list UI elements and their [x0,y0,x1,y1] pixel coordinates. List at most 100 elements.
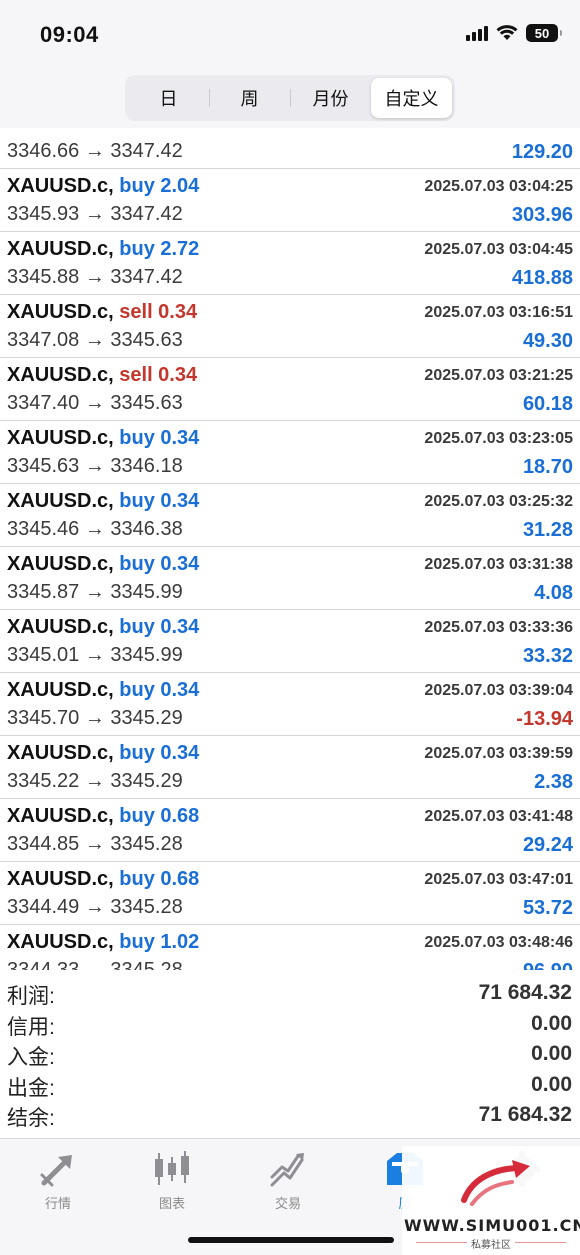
deal-profit: 53.72 [522,897,573,919]
deal-time: 2025.07.03 03:04:25 [424,178,573,195]
tab-custom[interactable]: 自定义 [371,78,452,118]
deal-title: XAUUSD.c, buy 0.34 [7,616,199,639]
deal-row[interactable]: XAUUSD.c, buy 0.34 2025.07.03 03:23:05 334… [0,421,580,484]
deal-profit: 60.18 [522,393,573,415]
signal-icon [466,25,488,41]
tab-chart[interactable]: 图表 [122,1147,222,1217]
summary-value: 0.00 [531,1072,572,1096]
deal-profit: 18.70 [522,456,573,478]
deal-symbol: XAUUSD.c, [7,553,114,575]
deal-symbol: XAUUSD.c, [7,805,114,827]
tab-quotes-label: 行情 [44,1196,71,1211]
summary-label: 出金: [7,1076,55,1100]
deal-row[interactable]: XAUUSD.c, buy 0.34 2025.07.03 03:39:59 334… [0,736,580,799]
period-selector: 日 周 月份 自定义 [125,75,455,121]
deal-row[interactable]: XAUUSD.c, buy 0.34 2025.07.03 03:25:32 334… [0,484,580,547]
tab-trade[interactable]: 交易 [238,1147,338,1217]
summary-row: 出金: 0.00 [0,1070,580,1101]
deal-prices: 3345.93 → 3347.42 [7,203,183,225]
deal-profit: 33.32 [522,645,573,667]
deal-row-partial[interactable]: 3346.66 → 3347.42 129.20 [0,128,580,169]
watermark-site: WWW.SIMU001.CN [404,1216,580,1235]
deal-time: 2025.07.03 03:33:36 [424,619,573,636]
deal-profit: 29.24 [522,834,573,856]
deal-row[interactable]: XAUUSD.c, buy 0.68 2025.07.03 03:41:48 334… [0,799,580,862]
deal-row[interactable]: XAUUSD.c, buy 1.02 2025.07.03 03:48:46 334… [0,925,580,970]
deal-profit: 2.38 [534,771,573,793]
deal-time: 2025.07.03 03:04:45 [424,241,573,258]
deal-row[interactable]: XAUUSD.c, buy 2.72 2025.07.03 03:04:45 334… [0,232,580,295]
deal-prices: 3345.70 → 3345.29 [7,707,183,729]
deal-title: XAUUSD.c, buy 0.34 [7,553,199,576]
deal-prices: 3344.49 → 3345.28 [7,896,183,918]
deal-side-volume: buy 0.34 [119,553,200,575]
deal-profit: -13.94 [516,708,573,730]
watermark-logo-icon [461,1160,530,1206]
deal-title: XAUUSD.c, sell 0.34 [7,301,197,324]
deal-row[interactable]: XAUUSD.c, buy 0.34 2025.07.03 03:39:04 334… [0,673,580,736]
deal-time: 2025.07.03 03:39:59 [424,745,573,762]
quotes-icon [40,1155,72,1187]
deal-symbol: XAUUSD.c, [7,742,114,764]
summary-row: 入金: 0.00 [0,1039,580,1070]
battery-icon: 50 [526,24,562,42]
deal-profit: 96.90 [523,960,573,970]
deal-list[interactable]: 3346.66 → 3347.42 129.20 XAUUSD.c, buy 2… [0,128,580,970]
deal-symbol: XAUUSD.c, [7,238,114,260]
deal-side-volume: buy 0.34 [119,679,200,701]
deal-profit: 49.30 [522,330,573,352]
tab-month[interactable]: 月份 [290,78,371,118]
summary-label: 结余: [7,1107,55,1130]
deal-prices: 3345.88 → 3347.42 [7,266,183,288]
deal-title: XAUUSD.c, buy 0.34 [7,490,199,513]
chart-icon [155,1151,189,1185]
deal-prices: 3345.87 → 3345.99 [7,581,183,603]
trade-icon [270,1153,304,1187]
summary-row: 利润: 71 684.32 [0,978,580,1009]
deal-list-content: 3346.66 → 3347.42 129.20 XAUUSD.c, buy 2… [0,128,580,970]
status-icons: 50 [466,24,562,42]
deal-prices: 3346.66 → 3347.42 [7,140,183,162]
deal-title: XAUUSD.c, buy 0.34 [7,679,199,702]
deal-symbol: XAUUSD.c, [7,679,114,701]
deal-symbol: XAUUSD.c, [7,490,114,512]
deal-time: 2025.07.03 03:48:46 [424,934,573,951]
deal-row[interactable]: XAUUSD.c, buy 0.34 2025.07.03 03:31:38 334… [0,547,580,610]
deal-symbol: XAUUSD.c, [7,616,114,638]
deal-profit: 129.20 [511,141,573,163]
deal-row[interactable]: XAUUSD.c, buy 2.04 2025.07.03 03:04:25 334… [0,169,580,232]
summary-row: 结余: 71 684.32 [0,1100,580,1131]
account-summary: 利润: 71 684.32 信用: 0.00 入金: 0.00 出金: 0.00 结余: 71 6… [0,978,580,1138]
tab-quotes[interactable]: 行情 [8,1147,108,1217]
tab-week[interactable]: 周 [209,78,290,118]
deal-side-volume: buy 2.72 [119,238,200,260]
deal-profit: 418.88 [511,267,573,289]
deal-symbol: XAUUSD.c, [7,868,114,890]
watermark: WWW.SIMU001.CN 私募社区 [402,1146,580,1255]
deal-time: 2025.07.03 03:16:51 [424,304,573,321]
deal-title: XAUUSD.c, buy 1.02 [7,931,199,954]
deal-symbol: XAUUSD.c, [7,427,114,449]
deal-title: XAUUSD.c, buy 0.68 [7,805,199,828]
summary-value: 71 684.32 [478,981,572,1004]
deal-prices: 3345.01 → 3345.99 [7,644,183,666]
deal-row[interactable]: XAUUSD.c, buy 0.34 2025.07.03 03:33:36 334… [0,610,580,673]
deal-side-volume: buy 0.34 [119,490,200,512]
deal-time: 2025.07.03 03:23:05 [424,430,573,447]
deal-title: XAUUSD.c, buy 0.34 [7,742,199,765]
tab-day[interactable]: 日 [128,78,209,118]
deal-title: XAUUSD.c, buy 2.04 [7,175,199,198]
deal-row[interactable]: XAUUSD.c, sell 0.34 2025.07.03 03:21:25 33… [0,358,580,421]
deal-row[interactable]: XAUUSD.c, sell 0.34 2025.07.03 03:16:51 33… [0,295,580,358]
deal-row[interactable]: XAUUSD.c, buy 0.68 2025.07.03 03:47:01 334… [0,862,580,925]
deal-time: 2025.07.03 03:41:48 [424,808,573,825]
deal-profit: 31.28 [522,519,573,541]
deal-side-volume: buy 0.68 [119,868,200,890]
deal-side-volume: sell 0.34 [119,364,198,386]
deal-prices: 3345.63 → 3346.18 [7,455,183,477]
summary-label: 入金: [7,1046,55,1069]
tab-trade-label: 交易 [274,1196,301,1211]
watermark-caption: 私募社区 [402,1236,580,1251]
deal-side-volume: sell 0.34 [119,301,198,323]
deal-time: 2025.07.03 03:47:01 [424,871,573,888]
